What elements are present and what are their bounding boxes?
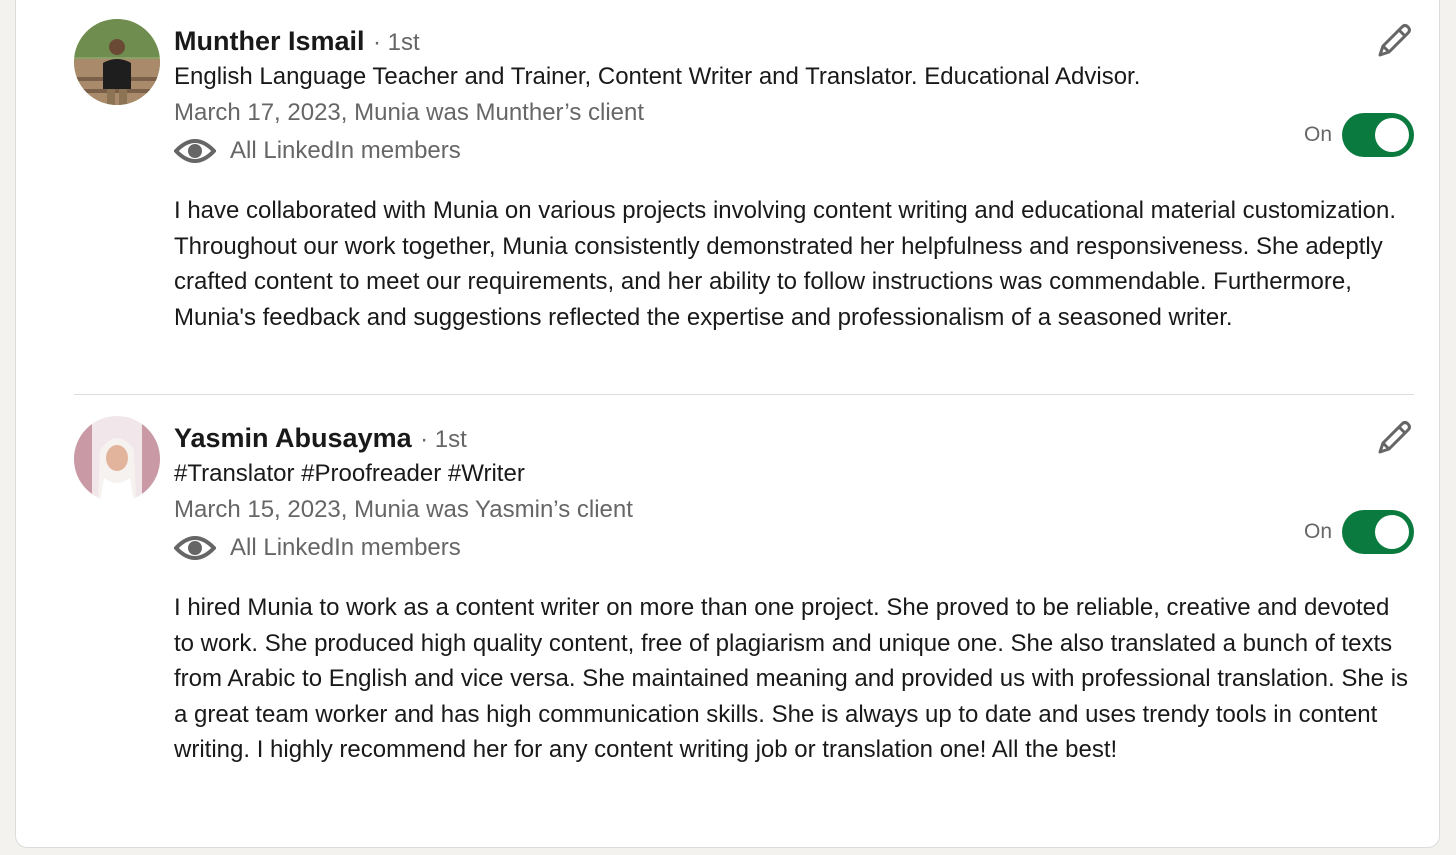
pencil-icon[interactable]: [1374, 21, 1414, 61]
eye-icon: [174, 536, 216, 560]
recommender-name[interactable]: Yasmin Abusayma: [174, 423, 412, 453]
recommendation-text: I hired Munia to work as a content write…: [174, 594, 1409, 763]
toggle-knob: [1375, 515, 1409, 549]
recommendation-content: Munther Ismail · 1st English Language Te…: [174, 19, 1414, 335]
name-line: Munther Ismail · 1st: [174, 19, 1414, 63]
recommender-name[interactable]: Munther Ismail: [174, 26, 365, 56]
visibility-toggle[interactable]: [1342, 113, 1414, 157]
avatar[interactable]: [74, 19, 160, 105]
toggle-label: On: [1303, 520, 1332, 543]
recommendation-date: March 15, 2023, Munia was Yasmin’s clien…: [174, 496, 633, 523]
avatar[interactable]: [74, 416, 160, 502]
visibility-toggle[interactable]: [1342, 510, 1414, 554]
toggle-knob: [1375, 118, 1409, 152]
visibility-row: All LinkedIn members: [174, 528, 1414, 568]
visibility-row: All LinkedIn members: [174, 131, 1414, 171]
recommendation-content: Yasmin Abusayma · 1st #Translator #Proof…: [174, 416, 1414, 768]
connection-degree: · 1st: [372, 29, 420, 56]
name-line: Yasmin Abusayma · 1st: [174, 416, 1414, 460]
recommendations-card: Munther Ismail · 1st English Language Te…: [15, 0, 1440, 848]
recommender-headline: English Language Teacher and Trainer, Co…: [174, 63, 1141, 90]
visibility-label: All LinkedIn members: [230, 137, 461, 164]
visibility-toggle-group: On: [1274, 510, 1414, 554]
recommendation-text: I have collaborated with Munia on variou…: [174, 197, 1396, 331]
visibility-toggle-group: On: [1274, 113, 1414, 157]
recommender-headline: #Translator #Proofreader #Writer: [174, 460, 525, 487]
pencil-icon[interactable]: [1374, 418, 1414, 458]
toggle-label: On: [1303, 123, 1332, 146]
visibility-label: All LinkedIn members: [230, 534, 461, 561]
connection-degree: · 1st: [420, 426, 467, 453]
recommendation-date: March 17, 2023, Munia was Munther’s clie…: [174, 99, 645, 126]
eye-icon: [174, 139, 216, 163]
divider: [74, 394, 1414, 395]
